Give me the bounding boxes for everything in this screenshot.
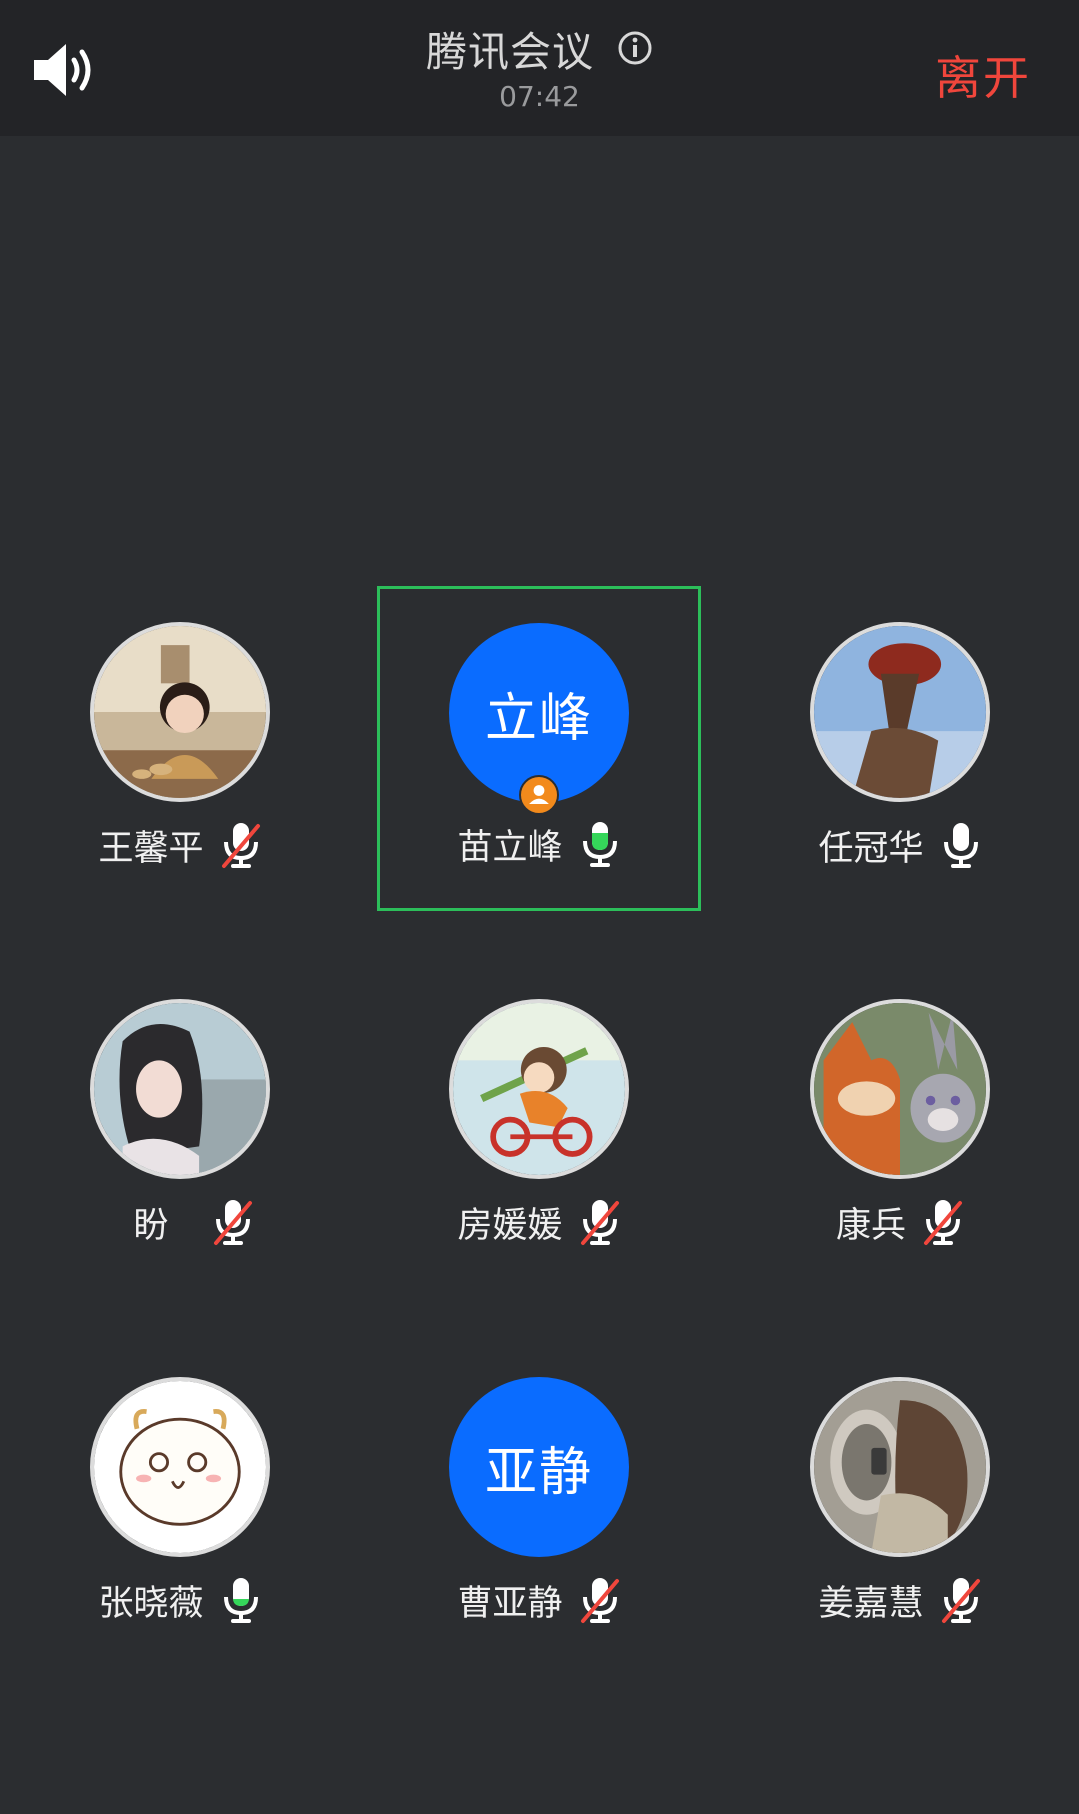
avatar <box>810 1377 990 1557</box>
participant-tile[interactable]: 姜嘉慧 <box>738 1343 1062 1668</box>
participant-tile[interactable]: 盼 <box>18 965 342 1290</box>
participant-name: 苗立峰 <box>457 827 563 868</box>
participant-tile[interactable]: 康兵 <box>738 965 1062 1290</box>
avatar-initials: 亚静 <box>449 1377 629 1557</box>
participant-tile[interactable]: 房媛媛 <box>377 965 701 1290</box>
participant-name: 姜嘉慧 <box>818 1583 924 1624</box>
avatar <box>90 999 270 1179</box>
name-row: 任冠华 <box>738 820 1062 870</box>
avatar <box>449 999 629 1179</box>
participant-name: 张晓薇 <box>98 1583 204 1624</box>
mic-on-icon <box>940 820 982 870</box>
mic-muted-icon <box>212 1197 254 1247</box>
mic-active-icon <box>579 819 621 869</box>
avatar <box>90 622 270 802</box>
name-row: 康兵 <box>738 1197 1062 1247</box>
name-row: 王馨平 <box>18 820 342 870</box>
name-row: 苗立峰 <box>380 819 698 869</box>
participant-name: 盼 <box>133 1205 169 1246</box>
avatar <box>810 999 990 1179</box>
participant-name: 王馨平 <box>98 828 204 869</box>
mic-level-icon <box>220 1575 262 1625</box>
participant-tile-active[interactable]: 立峰 苗立峰 <box>377 586 701 911</box>
participant-name: 任冠华 <box>818 828 924 869</box>
participant-name: 曹亚静 <box>457 1583 563 1624</box>
host-icon <box>519 775 559 815</box>
name-row: 盼 <box>18 1197 342 1247</box>
mic-muted-icon <box>220 820 262 870</box>
avatar <box>90 1377 270 1557</box>
name-row: 曹亚静 <box>377 1575 701 1625</box>
avatar <box>810 622 990 802</box>
mic-muted-icon <box>579 1575 621 1625</box>
participant-tile[interactable]: 张晓薇 <box>18 1343 342 1668</box>
participant-name: 康兵 <box>835 1205 906 1246</box>
mic-muted-icon <box>579 1197 621 1247</box>
mic-muted-icon <box>940 1575 982 1625</box>
participant-tile[interactable]: 王馨平 <box>18 588 342 913</box>
participant-grid: 王馨平 立峰 苗立峰 任冠华 盼 房媛媛 康兵 张晓薇 亚静 曹亚静 姜嘉慧 <box>0 0 1079 1814</box>
mic-muted-icon <box>922 1197 964 1247</box>
name-row: 张晓薇 <box>18 1575 342 1625</box>
participant-tile[interactable]: 任冠华 <box>738 588 1062 913</box>
name-row: 房媛媛 <box>377 1197 701 1247</box>
participant-tile[interactable]: 亚静 曹亚静 <box>377 1343 701 1668</box>
participant-name: 房媛媛 <box>457 1205 563 1246</box>
name-row: 姜嘉慧 <box>738 1575 1062 1625</box>
